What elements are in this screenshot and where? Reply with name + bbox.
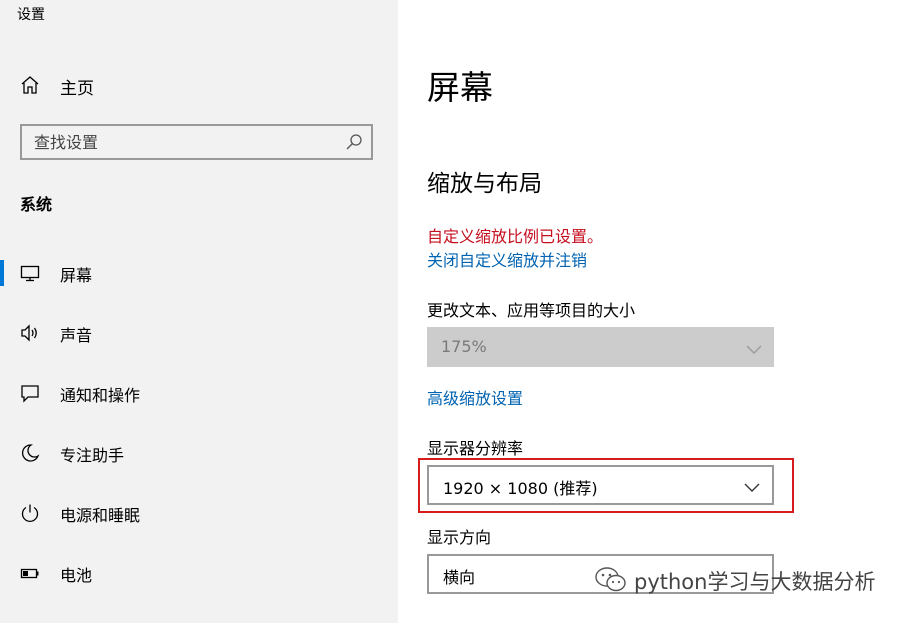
app-title: 设置 (17, 7, 45, 23)
notification-icon (20, 383, 40, 403)
disable-custom-scale-link[interactable]: 关闭自定义缩放并注销 (427, 247, 587, 271)
speaker-icon (20, 323, 40, 343)
sidebar: 设置 主页 系统 屏幕 (0, 0, 398, 623)
sidebar-item-label: 电源和睡眠 (60, 506, 141, 525)
sidebar-item-label: 声音 (60, 326, 93, 345)
chevron-down-icon (746, 340, 762, 354)
resolution-highlight-box (418, 458, 794, 513)
sidebar-item-display[interactable]: 屏幕 (0, 253, 398, 293)
orientation-value: 横向 (443, 568, 476, 587)
moon-icon (20, 443, 40, 463)
search-icon[interactable] (345, 133, 363, 151)
custom-scale-warning: 自定义缩放比例已设置。 (427, 227, 604, 246)
selected-indicator (0, 260, 4, 286)
resolution-label: 显示器分辨率 (427, 439, 524, 458)
sidebar-item-label: 通知和操作 (60, 386, 141, 405)
sidebar-item-label: 专注助手 (60, 446, 125, 465)
page-title: 屏幕 (427, 68, 493, 107)
sidebar-item-sound[interactable]: 声音 (0, 313, 398, 353)
watermark-text: python学习与大数据分析 (634, 570, 876, 594)
section-title-system: 系统 (20, 195, 53, 214)
wechat-icon (594, 566, 628, 594)
sidebar-item-power-sleep[interactable]: 电源和睡眠 (0, 493, 398, 533)
watermark: python学习与大数据分析 (594, 562, 894, 598)
sidebar-item-label: 主页 (60, 79, 94, 99)
scale-label: 更改文本、应用等项目的大小 (427, 301, 636, 320)
advanced-scale-link[interactable]: 高级缩放设置 (427, 385, 523, 409)
sidebar-item-battery[interactable]: 电池 (0, 553, 398, 593)
power-icon (20, 503, 40, 523)
search-input[interactable] (34, 131, 334, 153)
sidebar-item-label: 电池 (60, 566, 93, 585)
sidebar-item-home[interactable]: 主页 (0, 66, 398, 104)
sidebar-item-focus-assist[interactable]: 专注助手 (0, 433, 398, 473)
monitor-icon (20, 263, 40, 283)
home-icon (20, 75, 40, 95)
scale-value: 175% (441, 337, 487, 356)
sidebar-item-label: 屏幕 (60, 266, 93, 285)
scale-dropdown: 175% (427, 327, 774, 367)
search-box[interactable] (20, 124, 373, 160)
orientation-label: 显示方向 (427, 528, 492, 547)
sidebar-item-notifications[interactable]: 通知和操作 (0, 373, 398, 413)
battery-icon (20, 563, 40, 583)
section-title-scale-layout: 缩放与布局 (427, 171, 542, 197)
